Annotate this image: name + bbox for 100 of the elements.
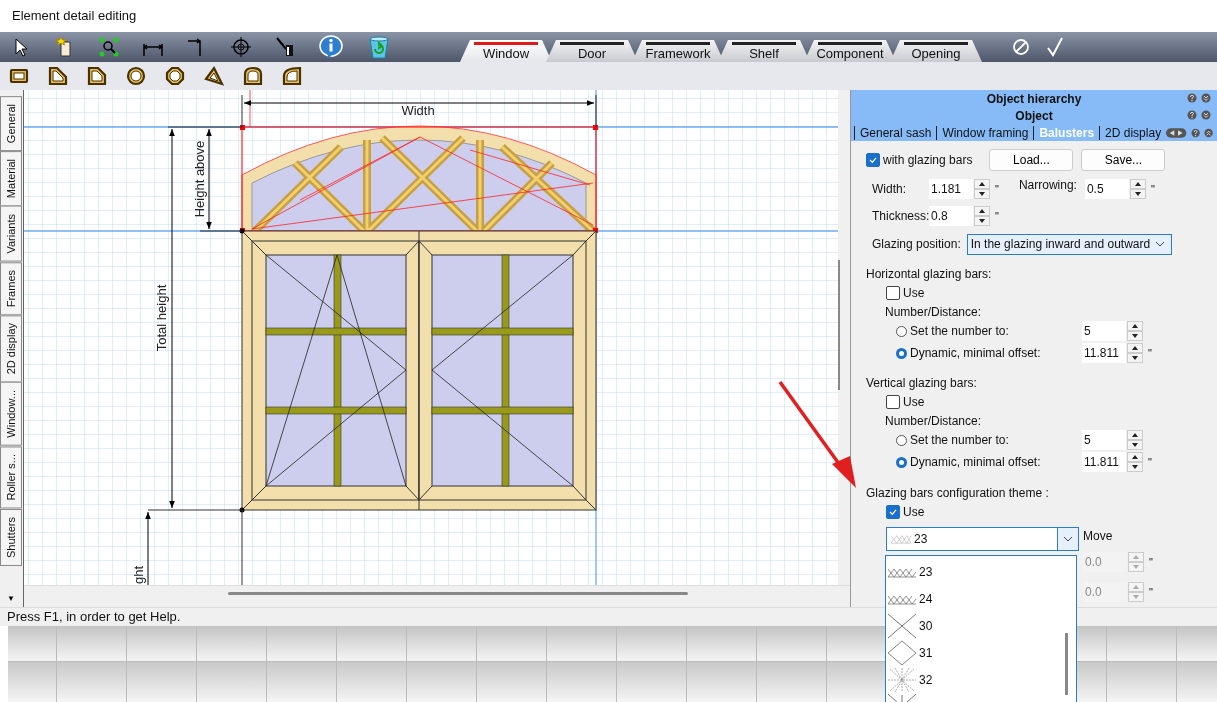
field-label: Width: [872, 182, 907, 196]
slanted-shape-icon[interactable] [47, 65, 69, 87]
quarter-arch-shape-icon[interactable] [281, 65, 303, 87]
spin-down-button[interactable] [974, 189, 990, 199]
number-field[interactable]: 5 [1082, 430, 1126, 450]
spin-down-button[interactable] [1129, 189, 1146, 199]
radio-label: Set the number to: [910, 324, 1010, 338]
info-icon[interactable] [318, 34, 344, 60]
collapse-icon[interactable] [1201, 93, 1211, 103]
horizontal-scrollbar[interactable] [24, 585, 850, 607]
number-field[interactable]: 11.811 [1082, 452, 1126, 472]
checkbox[interactable] [886, 395, 900, 409]
panel-header: Object [1015, 108, 1053, 123]
crosshair-icon[interactable] [230, 36, 252, 58]
number-field[interactable]: 0.5 [1084, 179, 1129, 199]
radio-label: Dynamic, minimal offset: [910, 455, 1042, 469]
radio-label: Set the number to: [910, 433, 1010, 447]
checkbox[interactable] [886, 505, 900, 519]
scrollbar-thumb[interactable] [838, 259, 840, 391]
side-tab[interactable]: Variants [0, 206, 22, 262]
checkbox[interactable] [866, 153, 880, 167]
glazing-position-select[interactable]: In the glazing inward and outward [966, 233, 1172, 255]
group-label: Number/Distance: [885, 305, 982, 319]
spin-up-button[interactable] [1127, 343, 1143, 353]
check-icon [868, 155, 878, 165]
number-field[interactable]: 0.8 [929, 206, 973, 226]
number-field[interactable]: 5 [1082, 321, 1126, 341]
cut-corner-shape-icon[interactable] [86, 65, 108, 87]
checkmark-icon[interactable] [1044, 36, 1066, 58]
side-tab[interactable]: Roller s... [0, 446, 22, 509]
spin-up-button[interactable] [974, 179, 990, 189]
dimension-label: ght [131, 565, 146, 584]
side-tab[interactable]: Frames [0, 261, 22, 316]
spin-up-button[interactable] [1129, 179, 1146, 189]
number-field[interactable]: 11.811 [1082, 343, 1126, 363]
node-select-icon[interactable] [98, 36, 120, 58]
octagon-shape-icon[interactable] [164, 65, 186, 87]
checkbox-label: Use [903, 286, 925, 300]
load-button[interactable]: Load... [989, 149, 1074, 171]
collapse-icon[interactable] [1201, 110, 1211, 120]
radio-button[interactable] [896, 347, 907, 359]
dropdown-option[interactable]: 32 [886, 666, 1062, 693]
radio-label: Dynamic, minimal offset: [910, 346, 1042, 360]
dropdown-option[interactable]: 24 [886, 585, 1062, 612]
panel-tab[interactable]: General sash [854, 125, 937, 140]
spin-up-button[interactable] [1127, 452, 1143, 462]
number-field[interactable]: 1.181 [929, 179, 973, 199]
unit-label: " [995, 210, 999, 222]
unit-label: " [995, 183, 999, 195]
checkbox-label: Use [903, 505, 925, 519]
spin-down-button[interactable] [1127, 462, 1143, 472]
panel-tab[interactable]: Window framing [936, 125, 1034, 140]
side-tab[interactable]: General [0, 96, 22, 152]
dropdown-option[interactable]: 30 [886, 612, 1062, 639]
spin-down-button[interactable] [1127, 440, 1143, 450]
vertical-scrollbar[interactable] [838, 90, 850, 585]
scrollbar-thumb[interactable] [1065, 633, 1068, 695]
triangle-shape-icon[interactable] [203, 65, 225, 87]
checkbox[interactable] [886, 286, 900, 300]
side-tab[interactable]: Window... [0, 382, 22, 447]
dropdown-option[interactable]: 23 [886, 558, 1062, 585]
down-triangle-icon [1132, 465, 1138, 469]
theme-select[interactable]: 23 [886, 527, 1079, 551]
save-button[interactable]: Save... [1081, 149, 1166, 171]
dropdown-option[interactable]: 31 [886, 639, 1062, 666]
unit-label: " [1149, 586, 1153, 598]
expand-icon[interactable] [1203, 127, 1213, 138]
circle-shape-icon[interactable] [125, 65, 147, 87]
down-triangle-icon [1132, 356, 1138, 360]
side-tab[interactable]: 2D display [0, 315, 22, 383]
side-tab[interactable]: Material [0, 151, 22, 207]
lattice-pattern-icon [890, 534, 912, 544]
down-triangle-icon [1133, 595, 1139, 599]
radio-button[interactable] [896, 456, 907, 468]
tab-scroll-arrows-icon[interactable] [1166, 127, 1187, 138]
help-icon[interactable] [1187, 110, 1197, 120]
dimension-label: Total height [154, 284, 169, 352]
down-triangle-icon [979, 219, 985, 223]
window-drawing[interactable] [239, 90, 598, 513]
spin-down-button[interactable] [1127, 331, 1143, 341]
spin-up-button[interactable] [1127, 430, 1143, 440]
help-icon[interactable] [1187, 93, 1197, 103]
knife-icon[interactable] [274, 36, 296, 58]
dropdown-button[interactable] [1057, 528, 1078, 550]
spin-down-button[interactable] [974, 216, 990, 226]
spin-up-button[interactable] [1127, 321, 1143, 331]
spin-down-button[interactable] [1127, 353, 1143, 363]
help-icon[interactable] [1190, 127, 1200, 138]
spin-up-button[interactable] [974, 206, 990, 216]
down-triangle-icon [1134, 192, 1141, 196]
side-tab[interactable]: Shutters [0, 508, 22, 566]
cancel-icon[interactable] [1010, 36, 1032, 58]
scrollbar-thumb[interactable] [228, 592, 688, 595]
recycle-bin-icon[interactable] [366, 34, 392, 60]
arch-shape-icon[interactable] [242, 65, 264, 87]
down-triangle-icon [1133, 565, 1139, 569]
radio-button[interactable] [896, 434, 907, 446]
radio-button[interactable] [896, 325, 907, 337]
chevron-down-icon [1154, 241, 1165, 247]
category-tab[interactable]: Opening [890, 40, 982, 62]
